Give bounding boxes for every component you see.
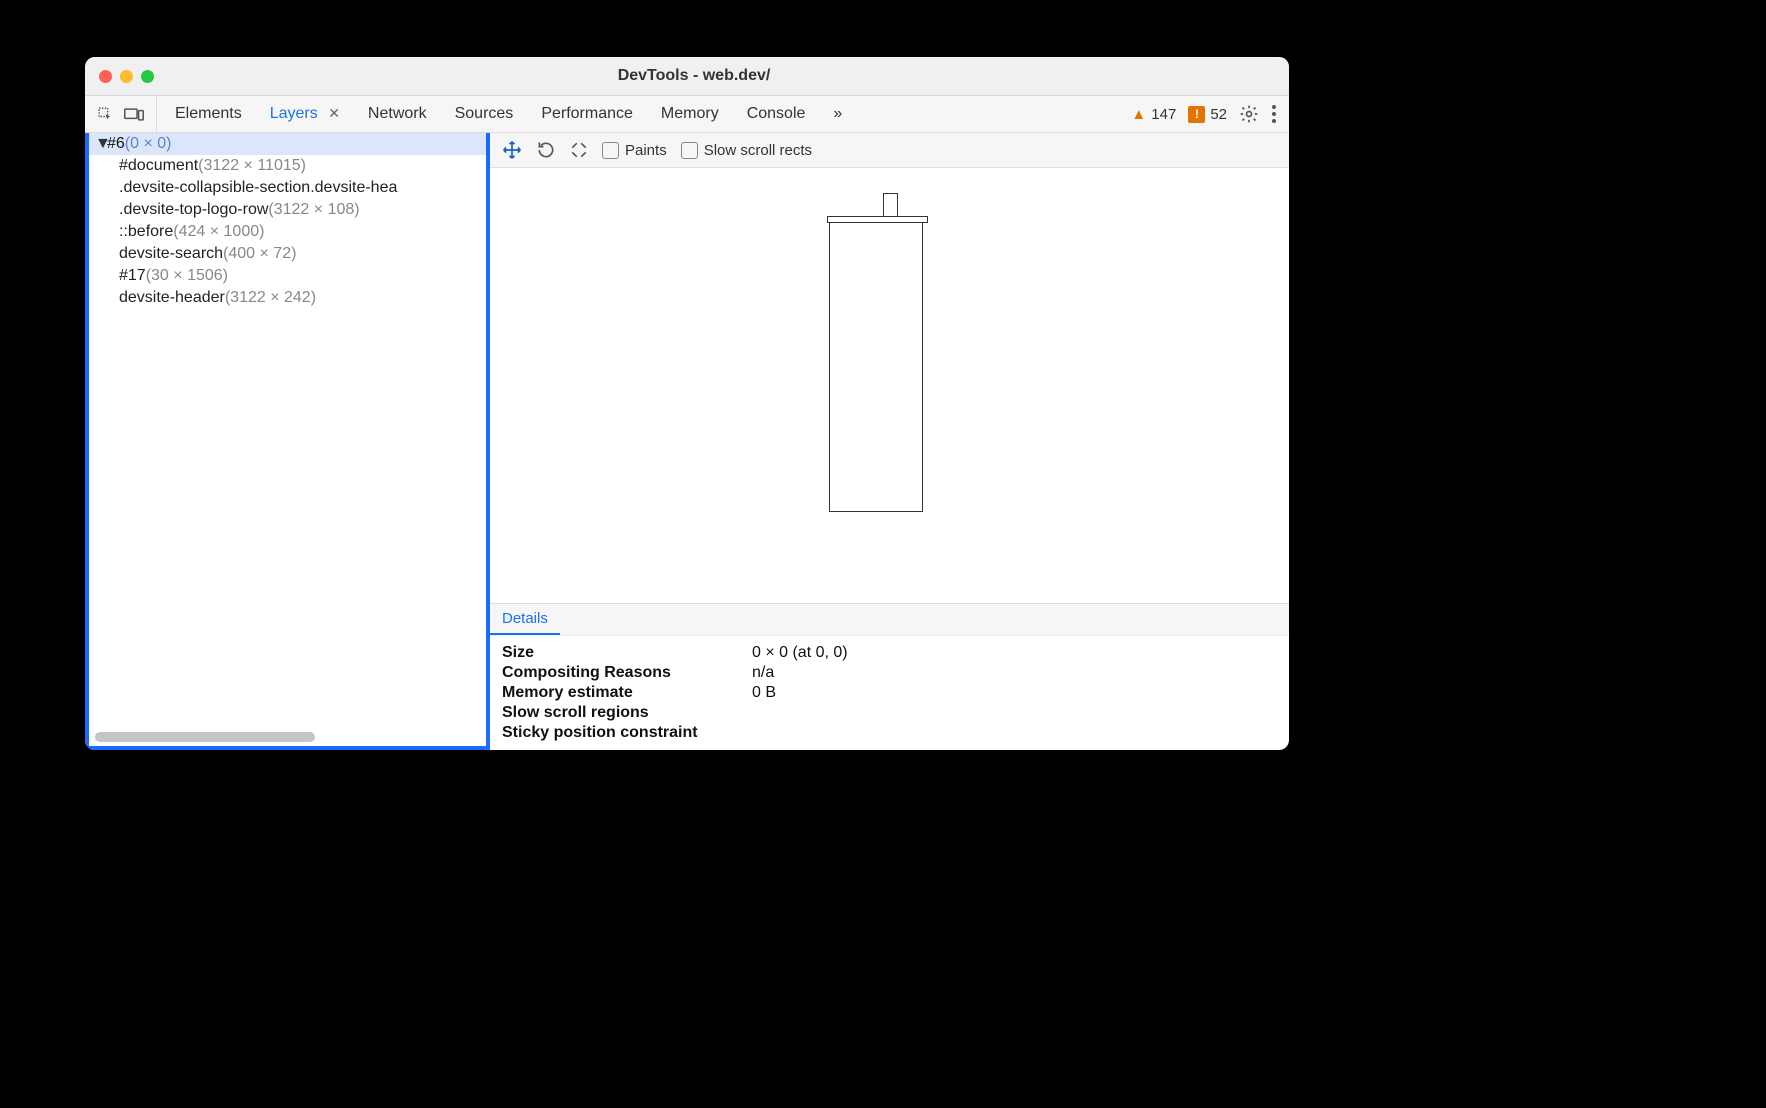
titlebar: DevTools - web.dev/ — [85, 57, 1289, 96]
tree-row[interactable]: #17(30 × 1506) — [89, 265, 486, 287]
checkbox-icon — [602, 142, 619, 159]
tree-row[interactable]: devsite-search(400 × 72) — [89, 243, 486, 265]
details-value: n/a — [752, 664, 774, 682]
details-tabs: Details — [490, 604, 1289, 636]
errors-count: 52 — [1210, 106, 1227, 123]
tab-sources[interactable]: Sources — [455, 105, 514, 123]
details-panel: Details Size 0 × 0 (at 0, 0) Compositing… — [490, 603, 1289, 750]
details-row: Compositing Reasons n/a — [502, 664, 1277, 682]
details-key: Memory estimate — [502, 684, 752, 702]
details-row: Slow scroll regions — [502, 704, 1277, 722]
warnings-count: 147 — [1151, 106, 1176, 123]
tab-layers[interactable]: Layers — [270, 105, 318, 122]
tree-row[interactable]: #document(3122 × 11015) — [89, 155, 486, 177]
inspect-icon[interactable] — [97, 106, 114, 123]
close-tab-icon[interactable]: ✕ — [328, 105, 340, 121]
details-key: Slow scroll regions — [502, 704, 752, 722]
scrollbar-thumb[interactable] — [95, 732, 315, 742]
warnings-badge[interactable]: ▲ 147 — [1131, 106, 1176, 123]
tab-console[interactable]: Console — [747, 105, 806, 123]
layer-3d-canvas[interactable] — [490, 168, 1289, 603]
tab-performance[interactable]: Performance — [541, 105, 633, 123]
tab-network[interactable]: Network — [368, 105, 427, 123]
details-value: 0 B — [752, 684, 776, 702]
tree-row[interactable]: ::before(424 × 1000) — [89, 221, 486, 243]
layers-tree: ▼#6(0 × 0) #document(3122 × 11015) .devs… — [89, 133, 486, 728]
error-icon: ! — [1188, 106, 1205, 123]
errors-badge[interactable]: ! 52 — [1188, 106, 1227, 123]
layers-tree-panel: ▼#6(0 × 0) #document(3122 × 11015) .devs… — [85, 133, 490, 750]
slow-scroll-label: Slow scroll rects — [704, 142, 812, 159]
kebab-menu-icon[interactable] — [1271, 104, 1277, 124]
device-toggle-icon[interactable] — [124, 106, 144, 123]
slow-scroll-checkbox[interactable]: Slow scroll rects — [681, 142, 812, 159]
paints-label: Paints — [625, 142, 667, 159]
main-toolbar: Elements Layers ✕ Network Sources Perfor… — [85, 96, 1289, 133]
details-value: 0 × 0 (at 0, 0) — [752, 644, 848, 662]
tree-row[interactable]: .devsite-collapsible-section.devsite-hea — [89, 177, 486, 199]
checkbox-icon — [681, 142, 698, 159]
layer-view-toolbar: Paints Slow scroll rects — [490, 133, 1289, 168]
horizontal-scrollbar[interactable] — [93, 732, 482, 742]
rotate-icon[interactable] — [536, 140, 556, 160]
tree-row[interactable]: devsite-header(3122 × 242) — [89, 287, 486, 309]
layer-view-panel: Paints Slow scroll rects Details Size 0 … — [490, 133, 1289, 750]
window-title: DevTools - web.dev/ — [99, 67, 1289, 85]
reset-view-icon[interactable] — [570, 141, 588, 159]
tree-row-root[interactable]: ▼#6(0 × 0) — [89, 133, 486, 155]
details-key: Sticky position constraint — [502, 724, 752, 742]
paints-checkbox[interactable]: Paints — [602, 142, 667, 159]
details-row: Size 0 × 0 (at 0, 0) — [502, 644, 1277, 662]
devtools-window: DevTools - web.dev/ Elements Layers ✕ Ne… — [85, 57, 1289, 750]
tab-details[interactable]: Details — [490, 604, 560, 635]
pan-icon[interactable] — [502, 140, 522, 160]
tab-more[interactable]: » — [833, 105, 842, 123]
collapse-arrow-icon[interactable]: ▼ — [95, 135, 105, 153]
tab-memory[interactable]: Memory — [661, 105, 719, 123]
tab-elements[interactable]: Elements — [175, 105, 242, 123]
warning-icon: ▲ — [1131, 106, 1146, 123]
tree-row[interactable]: .devsite-top-logo-row(3122 × 108) — [89, 199, 486, 221]
details-row: Sticky position constraint — [502, 724, 1277, 742]
settings-icon[interactable] — [1239, 104, 1259, 124]
details-row: Memory estimate 0 B — [502, 684, 1277, 702]
details-key: Size — [502, 644, 752, 662]
layer-visualization — [829, 220, 923, 512]
details-key: Compositing Reasons — [502, 664, 752, 682]
